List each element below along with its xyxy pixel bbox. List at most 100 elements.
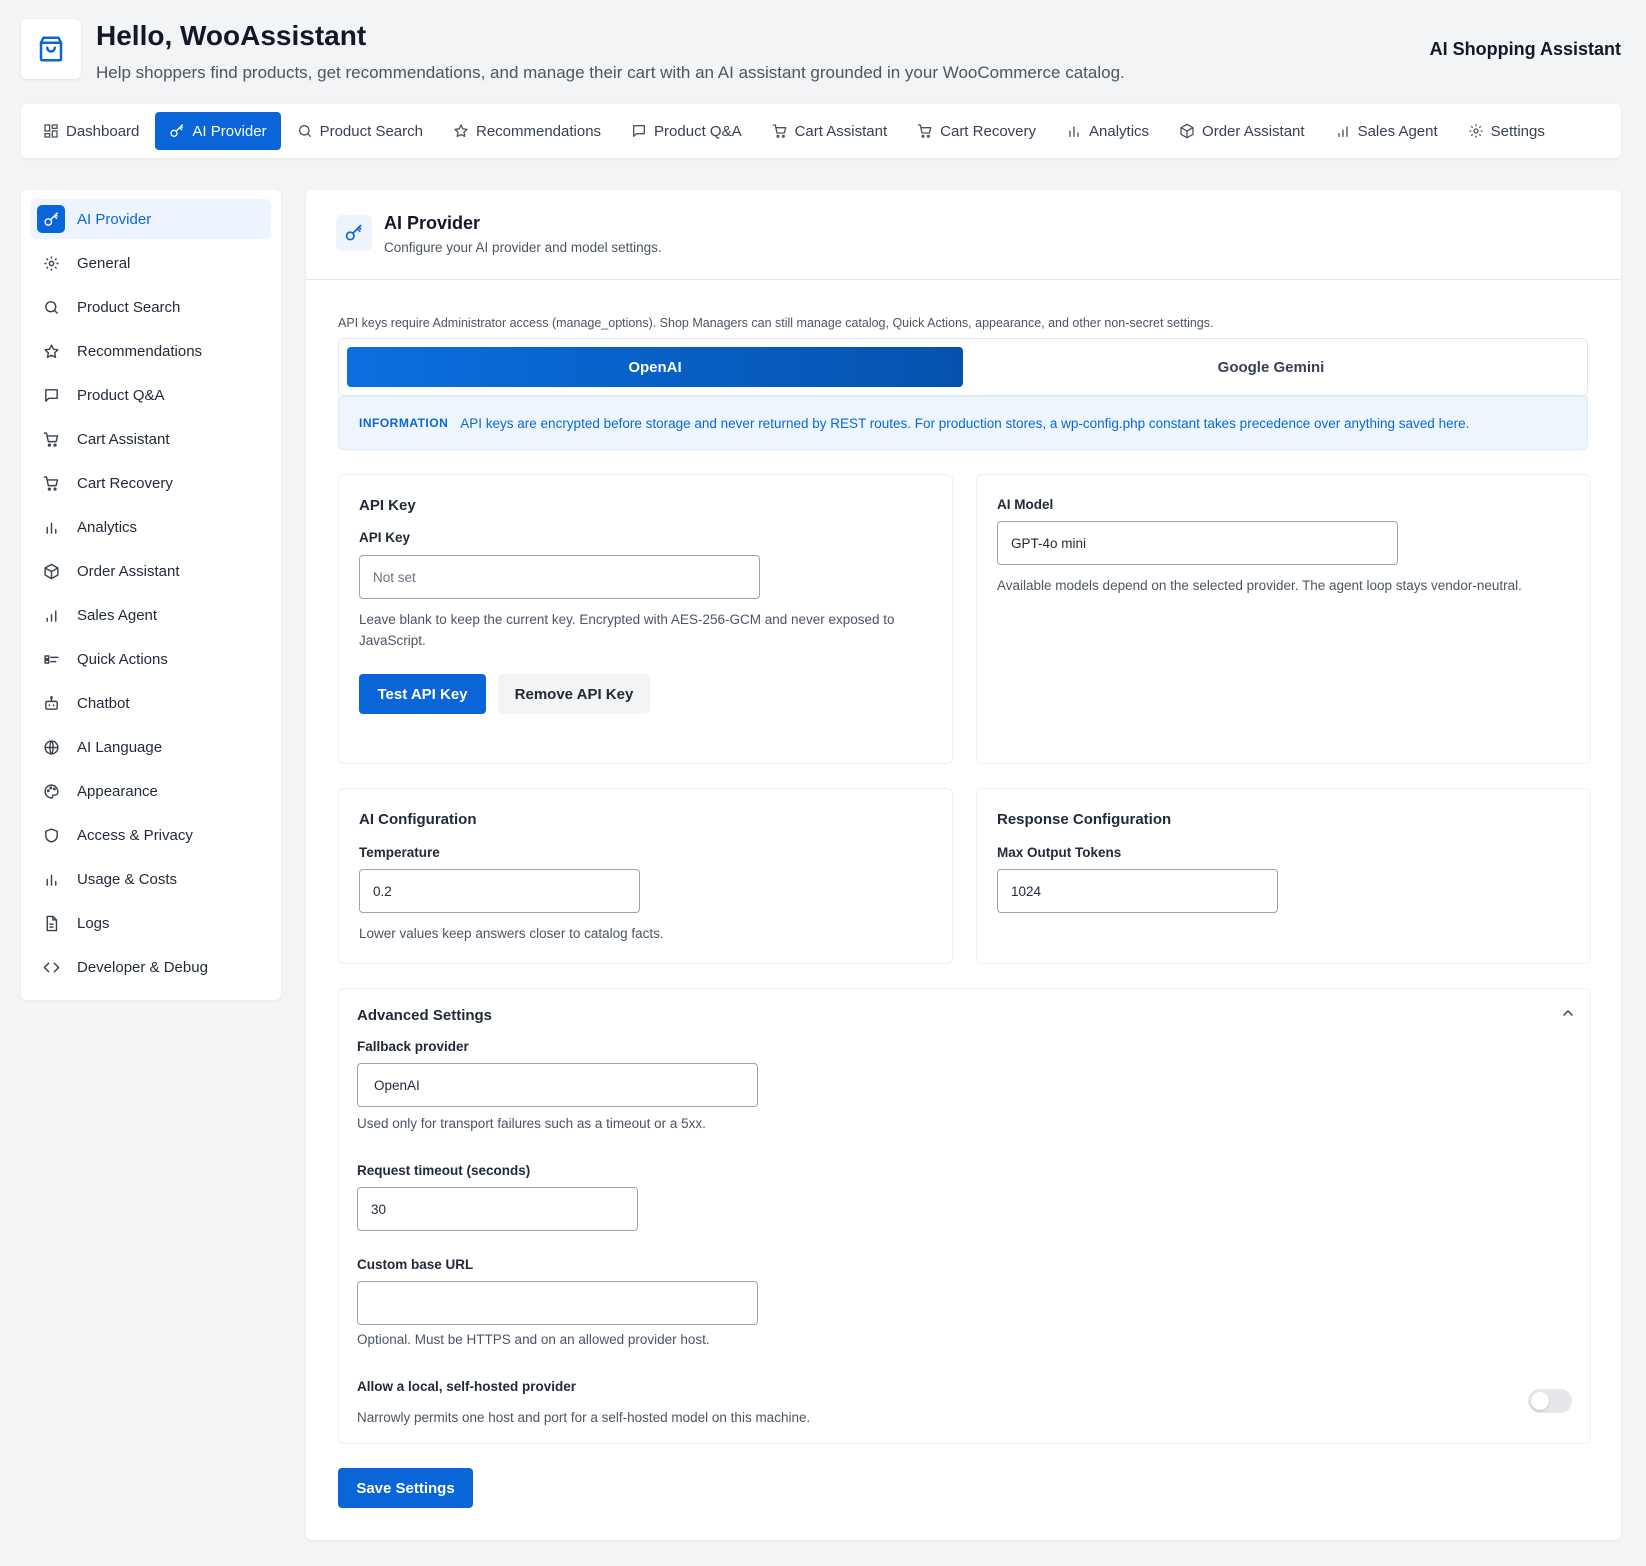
sidebar-item-label: Product Q&A: [77, 386, 165, 404]
sidebar-item-label: Cart Recovery: [77, 474, 173, 492]
tab-product-search[interactable]: Product Search: [283, 112, 437, 150]
api-key-input[interactable]: [359, 555, 760, 599]
tab-label: Sales Agent: [1357, 122, 1438, 140]
api-key-label: API Key: [359, 530, 411, 545]
panel-subtitle: Configure your AI provider and model set…: [384, 240, 662, 255]
tab-recommendations[interactable]: Recommendations: [439, 112, 615, 150]
sidebar-item-product-qa[interactable]: Product Q&A: [31, 375, 271, 415]
save-settings-button[interactable]: Save Settings: [338, 1468, 473, 1508]
tab-analytics[interactable]: Analytics: [1052, 112, 1163, 150]
sidebar-item-label: General: [77, 254, 131, 272]
shield-icon: [37, 821, 65, 849]
local-provider-toggle[interactable]: [1528, 1389, 1572, 1413]
tab-settings[interactable]: Settings: [1454, 112, 1559, 150]
advanced-settings-card: Advanced Settings Fallback provider Used…: [338, 988, 1591, 1444]
cart-icon: [772, 123, 788, 139]
sidebar-item-order-assistant[interactable]: Order Assistant: [31, 551, 271, 591]
remove-api-key-button[interactable]: Remove API Key: [498, 674, 650, 714]
sidebar-item-label: Quick Actions: [77, 650, 168, 668]
sidebar-item-appearance[interactable]: Appearance: [31, 771, 271, 811]
tab-cart-assistant[interactable]: Cart Assistant: [758, 112, 902, 150]
request-timeout-label: Request timeout (seconds): [357, 1163, 531, 1178]
cart-icon: [37, 469, 65, 497]
cart-icon: [37, 425, 65, 453]
sidebar-item-access-privacy[interactable]: Access & Privacy: [31, 815, 271, 855]
ai-model-select[interactable]: [997, 521, 1398, 565]
test-api-key-button[interactable]: Test API Key: [359, 674, 486, 714]
settings-sidebar: AI Provider General Product Search Recom…: [21, 190, 281, 1000]
sidebar-item-label: Appearance: [77, 782, 158, 800]
sidebar-item-cart-assistant[interactable]: Cart Assistant: [31, 419, 271, 459]
palette-icon: [37, 777, 65, 805]
gear-icon: [1468, 123, 1484, 139]
fallback-provider-help: Used only for transport failures such as…: [357, 1116, 706, 1131]
api-key-help: Leave blank to keep the current key. Enc…: [359, 612, 895, 648]
tab-sales-agent[interactable]: Sales Agent: [1321, 112, 1452, 150]
request-timeout-input[interactable]: [357, 1187, 638, 1231]
code-icon: [37, 953, 65, 981]
ai-model-card: AI Model Available models depend on the …: [976, 474, 1591, 764]
info-text: API keys are encrypted before storage an…: [460, 415, 1470, 431]
sidebar-item-usage-costs[interactable]: Usage & Costs: [31, 859, 271, 899]
ai-model-help: Available models depend on the selected …: [997, 578, 1522, 593]
tab-label: Cart Recovery: [940, 122, 1036, 140]
local-provider-label: Allow a local, self-hosted provider: [357, 1379, 577, 1394]
api-key-card: API Key API Key Leave blank to keep the …: [338, 474, 953, 764]
chevron-up-icon[interactable]: [1560, 1005, 1576, 1021]
custom-base-url-help: Optional. Must be HTTPS and on an allowe…: [357, 1332, 710, 1347]
fallback-provider-select[interactable]: [357, 1063, 758, 1107]
custom-base-url-label: Custom base URL: [357, 1257, 474, 1272]
custom-base-url-input[interactable]: [357, 1281, 758, 1325]
sidebar-item-sales-agent[interactable]: Sales Agent: [31, 595, 271, 635]
chat-icon: [37, 381, 65, 409]
tab-label: Recommendations: [475, 122, 602, 140]
provider-openai-button[interactable]: OpenAI: [347, 347, 963, 387]
response-configuration-card: Response Configuration Max Output Tokens: [976, 788, 1591, 964]
tab-label: Product Search: [319, 122, 423, 140]
max-output-tokens-input[interactable]: [997, 869, 1278, 913]
tab-label: Dashboard: [66, 122, 140, 140]
sidebar-item-chatbot[interactable]: Chatbot: [31, 683, 271, 723]
tab-label: Analytics: [1089, 122, 1150, 140]
sidebar-item-cart-recovery[interactable]: Cart Recovery: [31, 463, 271, 503]
key-icon: [37, 205, 65, 233]
access-note: API keys require Administrator access (m…: [338, 316, 1214, 330]
sidebar-item-product-search[interactable]: Product Search: [31, 287, 271, 327]
sidebar-item-label: Developer & Debug: [77, 958, 208, 976]
sidebar-item-general[interactable]: General: [31, 243, 271, 283]
tab-order-assistant[interactable]: Order Assistant: [1165, 112, 1319, 150]
ai-provider-panel: AI Provider Configure your AI provider a…: [306, 190, 1621, 1540]
page-title: Hello, WooAssistant: [96, 20, 367, 51]
sidebar-item-label: Product Search: [77, 298, 181, 316]
sidebar-item-label: Analytics: [77, 518, 138, 536]
temperature-input[interactable]: [359, 869, 640, 913]
card-title: API Key: [359, 497, 416, 514]
tab-cart-recovery[interactable]: Cart Recovery: [903, 112, 1050, 150]
ai-model-label: AI Model: [997, 497, 1054, 512]
provider-gemini-button[interactable]: Google Gemini: [963, 347, 1579, 387]
sidebar-item-label: Cart Assistant: [77, 430, 170, 448]
sidebar-item-logs[interactable]: Logs: [31, 903, 271, 943]
temperature-label: Temperature: [359, 845, 440, 860]
tab-label: Cart Assistant: [794, 122, 888, 140]
advanced-settings-title[interactable]: Advanced Settings: [357, 1007, 492, 1024]
info-tag: INFORMATION: [359, 416, 449, 430]
key-icon: [169, 123, 185, 139]
tab-dashboard[interactable]: Dashboard: [29, 112, 153, 150]
sidebar-item-ai-language[interactable]: AI Language: [31, 727, 271, 767]
tab-ai-provider[interactable]: AI Provider: [155, 112, 281, 150]
panel-header: AI Provider Configure your AI provider a…: [306, 190, 1621, 280]
sidebar-item-recommendations[interactable]: Recommendations: [31, 331, 271, 371]
panel-title: AI Provider: [384, 213, 481, 233]
sidebar-item-developer-debug[interactable]: Developer & Debug: [31, 947, 271, 987]
temperature-help: Lower values keep answers closer to cata…: [359, 926, 664, 941]
sidebar-item-ai-provider[interactable]: AI Provider: [31, 199, 271, 239]
sidebar-item-quick-actions[interactable]: Quick Actions: [31, 639, 271, 679]
sidebar-item-label: Recommendations: [77, 342, 203, 360]
local-provider-help: Narrowly permits one host and port for a…: [357, 1410, 811, 1425]
gear-icon: [37, 249, 65, 277]
provider-selector: OpenAI Google Gemini: [338, 338, 1588, 396]
sidebar-item-label: AI Provider: [77, 210, 152, 228]
tab-product-qa[interactable]: Product Q&A: [617, 112, 756, 150]
sidebar-item-analytics[interactable]: Analytics: [31, 507, 271, 547]
